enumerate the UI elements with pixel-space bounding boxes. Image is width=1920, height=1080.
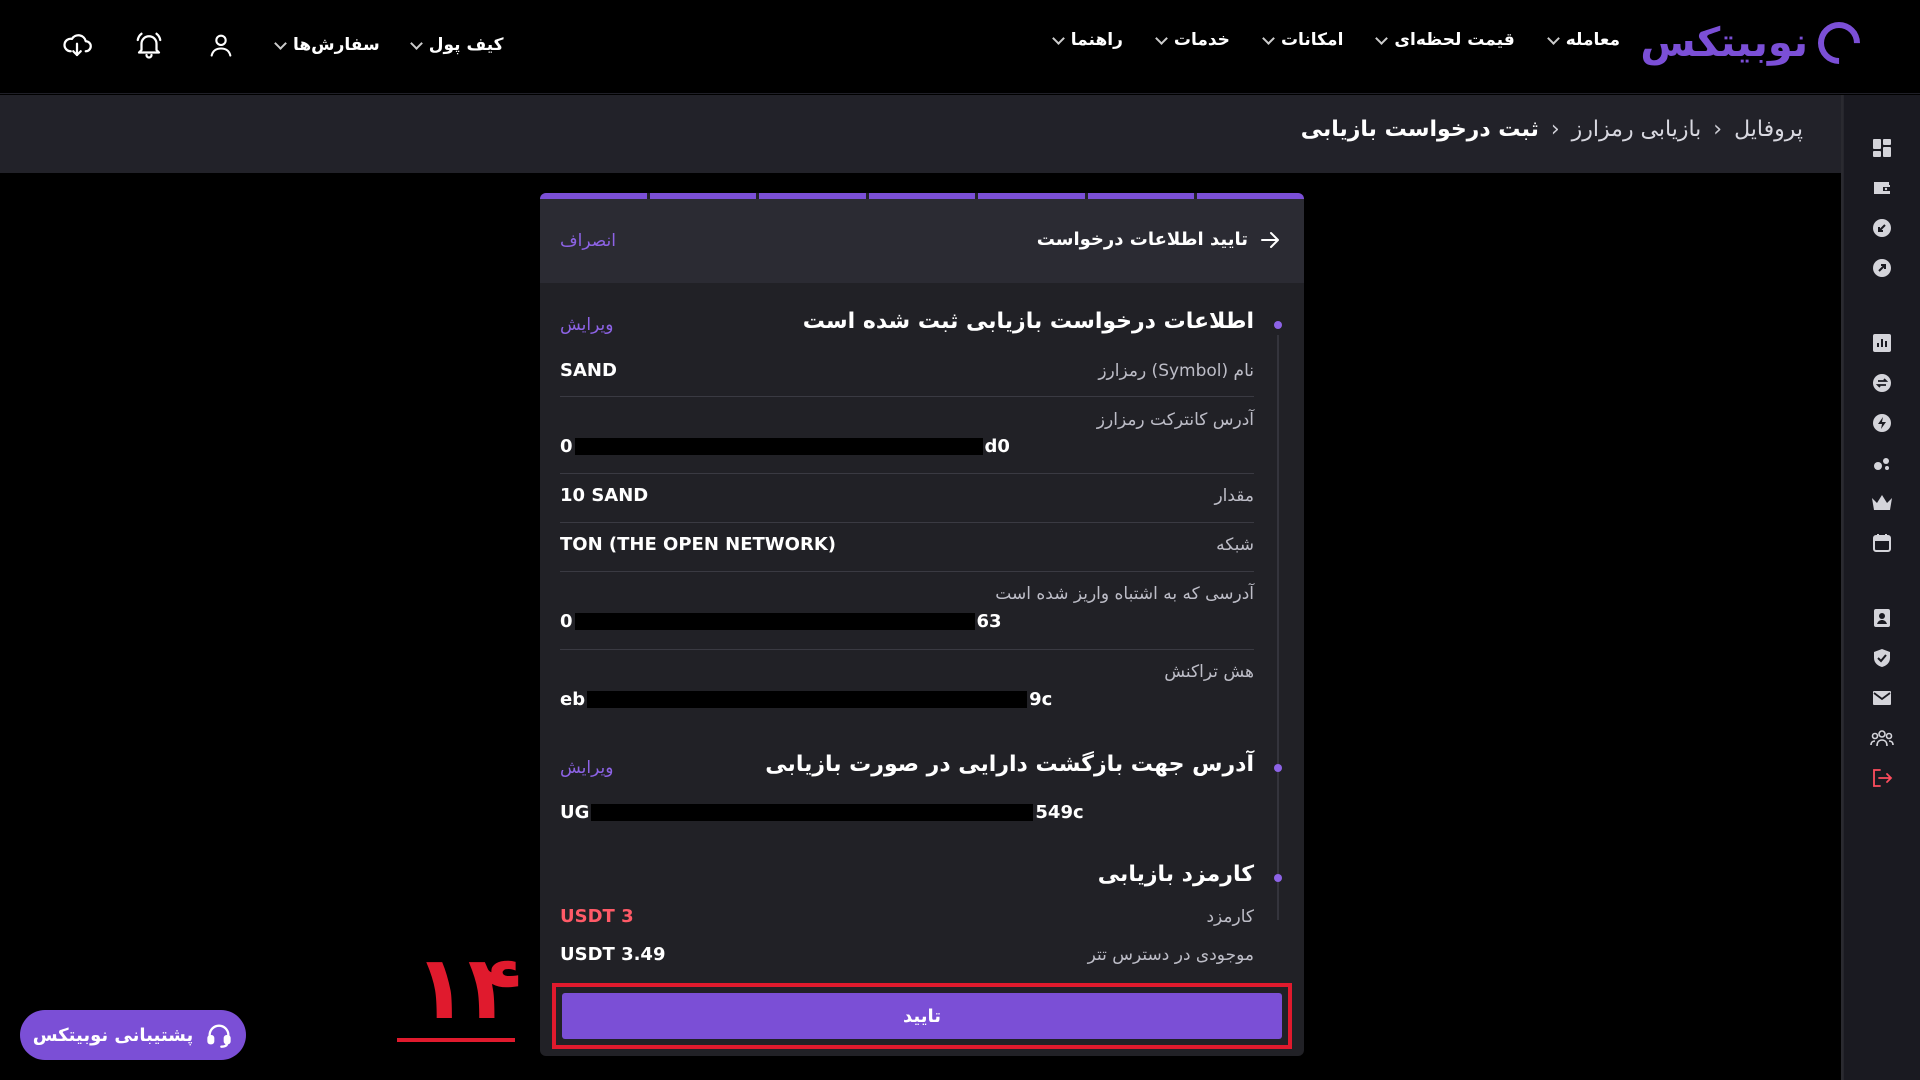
chevron-down-icon: [1051, 31, 1065, 45]
nav-item-trade[interactable]: معامله: [1546, 30, 1620, 50]
wallet-icon[interactable]: [1870, 176, 1894, 200]
logo-mark-icon: [1809, 13, 1869, 73]
shield-check-icon[interactable]: [1870, 646, 1894, 670]
nav-item-services[interactable]: خدمات: [1154, 30, 1230, 50]
chevron-down-icon: [409, 36, 423, 50]
user-icon[interactable]: [204, 28, 238, 62]
account-nav: کیف پول سفارش‌ها: [274, 35, 504, 55]
top-navbar: نوبیتکس معامله قیمت لحظه‌ای امکانات خدما…: [0, 0, 1920, 94]
fee-label: کارمزد: [1206, 907, 1254, 927]
symbol-label: نام (Symbol) رمزارز: [1098, 361, 1254, 381]
headset-icon: [207, 1024, 231, 1048]
chevron-down-icon: [1546, 31, 1560, 45]
amount-value: 10 SAND: [560, 485, 649, 506]
brand-logo[interactable]: نوبیتکس: [1640, 13, 1869, 73]
bolt-icon[interactable]: [1870, 411, 1894, 435]
confirm-button[interactable]: تایید: [562, 993, 1282, 1039]
tx-hash-value: eb 9c: [560, 689, 1053, 710]
main-nav: معامله قیمت لحظه‌ای امکانات خدمات راهنما: [1051, 30, 1620, 50]
redacted-bar: [587, 691, 1028, 708]
calendar-icon[interactable]: [1870, 531, 1894, 555]
edit-return-address-link[interactable]: ویرایش: [560, 758, 613, 778]
section-bullet: [1274, 764, 1282, 772]
support-button[interactable]: پشتیبانی نوبیتکس: [20, 1010, 246, 1060]
deposit-icon[interactable]: [1870, 216, 1894, 240]
section-return-address-title: آدرس جهت بازگشت دارایی در صورت بازیابی: [765, 752, 1254, 777]
tx-hash-label: هش تراکنش: [1164, 662, 1254, 682]
nav-item-live-price[interactable]: قیمت لحظه‌ای: [1375, 30, 1515, 50]
recovery-confirm-card: تایید اطلاعات درخواست انصراف اطلاعات درخ…: [540, 193, 1304, 1056]
wrong-address-label: آدرسی که به اشتباه واریز شده است: [995, 584, 1254, 604]
chevron-down-icon: [1154, 31, 1168, 45]
right-sidebar: [1843, 95, 1920, 1080]
breadcrumb-profile[interactable]: پروفایل: [1734, 117, 1803, 142]
section-bullet: [1274, 321, 1282, 329]
crown-icon[interactable]: [1870, 491, 1894, 515]
mail-icon[interactable]: [1870, 686, 1894, 710]
coins-icon[interactable]: [1870, 451, 1894, 475]
profile-card-icon[interactable]: [1870, 606, 1894, 630]
chart-icon[interactable]: [1870, 331, 1894, 355]
step-annotation-number: ۱۴: [414, 936, 522, 1039]
breadcrumb: پروفایل ‹ بازیابی رمزارز ‹ ثبت درخواست ب…: [1301, 117, 1803, 142]
logout-icon[interactable]: [1870, 766, 1894, 790]
breadcrumb-bar: پروفایل ‹ بازیابی رمزارز ‹ ثبت درخواست ب…: [0, 95, 1843, 173]
redacted-bar: [574, 438, 983, 455]
breadcrumb-crypto-recovery[interactable]: بازیابی رمزارز: [1572, 117, 1702, 142]
network-label: شبکه: [1216, 535, 1254, 555]
page-scrollbar[interactable]: [1841, 95, 1843, 1080]
breadcrumb-current: ثبت درخواست بازیابی: [1300, 117, 1539, 142]
step-annotation-underline: [397, 1038, 515, 1042]
users-icon[interactable]: [1870, 726, 1894, 750]
chevron-left-icon: ‹: [1550, 117, 1560, 142]
contract-address-label: آدرس کانترکت رمزارز: [1096, 410, 1254, 430]
section-fee-title: کارمزد بازیابی: [1097, 862, 1254, 887]
section-line: [1277, 778, 1279, 833]
nav-item-features[interactable]: امکانات: [1262, 30, 1343, 50]
wrong-address-value: 0 63: [560, 611, 1002, 632]
contract-address-value: 0 d0: [560, 436, 1010, 457]
section-bullet: [1274, 874, 1282, 882]
symbol-value: SAND: [560, 360, 617, 381]
chevron-down-icon: [274, 36, 287, 50]
network-value: TON (THE OPEN NETWORK): [560, 534, 836, 555]
tether-balance-label: موجودی در دسترس تتر: [1087, 945, 1254, 965]
nav-item-help[interactable]: راهنما: [1051, 30, 1123, 50]
edit-request-info-link[interactable]: ویرایش: [560, 315, 613, 335]
redacted-bar: [574, 613, 975, 630]
return-address-value: UG 549c: [560, 802, 1084, 823]
section-request-info-title: اطلاعات درخواست بازیابی ثبت شده است: [802, 309, 1254, 334]
bell-icon[interactable]: [132, 28, 166, 62]
nav-item-orders[interactable]: سفارش‌ها: [274, 35, 380, 55]
dashboard-icon[interactable]: [1870, 136, 1894, 160]
confirm-highlight-box: تایید: [552, 983, 1292, 1049]
download-cloud-icon[interactable]: [60, 28, 94, 62]
arrow-right-icon: [1261, 231, 1279, 248]
brand-name: نوبیتکس: [1640, 20, 1809, 66]
card-header: تایید اطلاعات درخواست انصراف: [540, 199, 1304, 283]
chevron-left-icon: ‹: [1713, 117, 1723, 142]
redacted-bar: [591, 804, 1034, 821]
chevron-down-icon: [1375, 31, 1389, 45]
chevron-down-icon: [1262, 31, 1275, 45]
fee-value: USDT 3: [560, 906, 634, 927]
tether-balance-value: USDT 3.49: [560, 944, 666, 965]
card-header-title[interactable]: تایید اطلاعات درخواست: [1037, 229, 1280, 250]
amount-label: مقدار: [1214, 486, 1254, 506]
nav-item-wallet[interactable]: کیف پول: [409, 35, 504, 55]
withdraw-icon[interactable]: [1870, 256, 1894, 280]
top-tools: کیف پول سفارش‌ها: [60, 28, 504, 62]
cancel-link[interactable]: انصراف: [560, 231, 616, 251]
exchange-icon[interactable]: [1870, 371, 1894, 395]
